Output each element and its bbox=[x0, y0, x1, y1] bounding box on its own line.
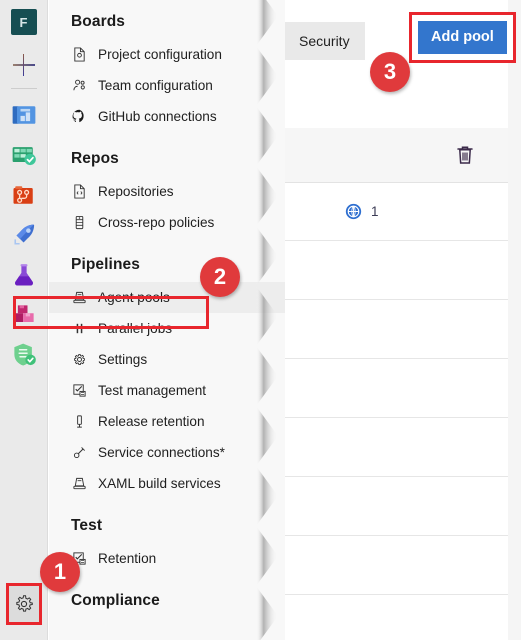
plus-icon bbox=[12, 54, 35, 76]
sidebar-item-label: Agent pools bbox=[98, 290, 170, 305]
table-row[interactable] bbox=[285, 300, 508, 359]
policy-icon bbox=[71, 215, 87, 231]
sidebar-item-label: Project configuration bbox=[98, 47, 222, 62]
shield-icon bbox=[13, 343, 36, 366]
pipelines-icon bbox=[13, 224, 34, 245]
add-pool-callout-box: Add pool bbox=[409, 12, 516, 63]
rail-item-security[interactable] bbox=[0, 335, 48, 375]
sidebar-item-label: Release retention bbox=[98, 414, 205, 429]
overview-icon bbox=[12, 106, 35, 124]
table-row[interactable] bbox=[285, 595, 508, 640]
agent-pools-content-pane: Security Add pool Running jobs bbox=[285, 0, 521, 640]
service-connection-icon bbox=[71, 445, 87, 461]
new-item-button[interactable] bbox=[0, 44, 48, 86]
table-row[interactable]: 1 bbox=[285, 183, 508, 241]
sidebar-item-parallel-jobs[interactable]: Parallel jobs bbox=[49, 313, 285, 344]
sidebar-item-release-retention[interactable]: Release retention bbox=[49, 406, 285, 437]
document-code-icon bbox=[71, 184, 87, 200]
rail-item-repos[interactable] bbox=[0, 175, 48, 215]
sidebar-item-label: GitHub connections bbox=[98, 109, 217, 124]
sidebar-item-label: Team configuration bbox=[98, 78, 213, 93]
sidebar-item-github-connections[interactable]: GitHub connections bbox=[49, 101, 285, 132]
gear-icon bbox=[16, 595, 33, 612]
callout-badge-2: 2 bbox=[200, 257, 240, 297]
sidebar-item-label: Service connections* bbox=[98, 445, 225, 460]
callout-badge-3: 3 bbox=[370, 52, 410, 92]
retention-icon bbox=[71, 414, 87, 430]
sidebar-item-label: Parallel jobs bbox=[98, 321, 173, 336]
table-row-cell-running-jobs: 1 bbox=[345, 203, 379, 220]
add-pool-button[interactable]: Add pool bbox=[418, 21, 507, 54]
tabs-row: Security bbox=[285, 21, 365, 61]
document-gear-icon bbox=[71, 47, 87, 63]
sidebar-item-retention[interactable]: Retention bbox=[49, 543, 285, 574]
parallel-jobs-icon bbox=[71, 321, 87, 337]
sidebar-item-team-configuration[interactable]: Team configuration bbox=[49, 70, 285, 101]
github-icon bbox=[71, 109, 87, 125]
nav-group-title-boards: Boards bbox=[71, 13, 126, 30]
table-row[interactable] bbox=[285, 477, 508, 536]
nav-group-title-compliance: Compliance bbox=[71, 592, 160, 609]
org-avatar-initial: F bbox=[10, 9, 37, 35]
sidebar-item-xaml-build-services[interactable]: XAML build services bbox=[49, 468, 285, 499]
sidebar-item-service-connections[interactable]: Service connections* bbox=[49, 437, 285, 468]
sidebar-item-agent-pools[interactable]: Agent pools bbox=[49, 282, 285, 313]
sidebar-item-label: XAML build services bbox=[98, 476, 221, 491]
globe-icon bbox=[345, 203, 362, 220]
rail-item-artifacts[interactable] bbox=[0, 295, 48, 335]
nav-group-title-pipelines: Pipelines bbox=[71, 256, 140, 273]
sidebar-item-settings[interactable]: Settings bbox=[49, 344, 285, 375]
tab-security[interactable]: Security bbox=[285, 22, 365, 60]
team-icon bbox=[71, 78, 87, 94]
table-row[interactable] bbox=[285, 359, 508, 418]
agent-pool-icon bbox=[71, 290, 87, 306]
sidebar-item-label: Cross-repo policies bbox=[98, 215, 215, 230]
nav-group-title-repos: Repos bbox=[71, 150, 119, 167]
rail-item-overview[interactable] bbox=[0, 95, 48, 135]
nav-group-title-test: Test bbox=[71, 517, 103, 534]
test-plans-icon bbox=[14, 264, 33, 286]
boards-icon bbox=[12, 147, 36, 166]
artifacts-icon bbox=[13, 305, 34, 322]
rail-item-test-plans[interactable] bbox=[0, 255, 48, 295]
sidebar-item-label: Settings bbox=[98, 352, 148, 367]
project-settings-gear-button[interactable] bbox=[6, 583, 42, 625]
running-jobs-value: 1 bbox=[371, 204, 379, 219]
test-management-icon bbox=[71, 383, 87, 399]
gear-icon bbox=[71, 352, 87, 368]
sidebar-item-label: Repositories bbox=[98, 184, 174, 199]
rail-item-boards[interactable] bbox=[0, 135, 48, 175]
table-toolbar bbox=[285, 128, 508, 183]
table-row[interactable] bbox=[285, 418, 508, 477]
sidebar-item-label: Test management bbox=[98, 383, 207, 398]
callout-badge-1: 1 bbox=[40, 552, 80, 592]
repos-icon bbox=[13, 186, 33, 204]
trash-glyph bbox=[457, 146, 473, 164]
org-avatar[interactable]: F bbox=[0, 0, 48, 44]
content-scrollbar[interactable] bbox=[508, 0, 521, 640]
app-window: F Boards Project configuration Team conf… bbox=[0, 0, 521, 640]
sidebar-item-project-configuration[interactable]: Project configuration bbox=[49, 39, 285, 70]
rail-item-pipelines[interactable] bbox=[0, 215, 48, 255]
sidebar-item-cross-repo-policies[interactable]: Cross-repo policies bbox=[49, 207, 285, 238]
table-row[interactable] bbox=[285, 241, 508, 300]
table-row[interactable] bbox=[285, 536, 508, 595]
sidebar-item-label: Retention bbox=[98, 551, 157, 566]
app-rail: F bbox=[0, 0, 48, 640]
rail-divider bbox=[10, 88, 37, 89]
sidebar-item-repositories[interactable]: Repositories bbox=[49, 176, 285, 207]
sidebar-item-test-management[interactable]: Test management bbox=[49, 375, 285, 406]
trash-icon[interactable] bbox=[454, 143, 476, 167]
agent-pool-icon bbox=[71, 476, 87, 492]
settings-nav-pane[interactable]: Boards Project configuration Team config… bbox=[49, 0, 285, 640]
